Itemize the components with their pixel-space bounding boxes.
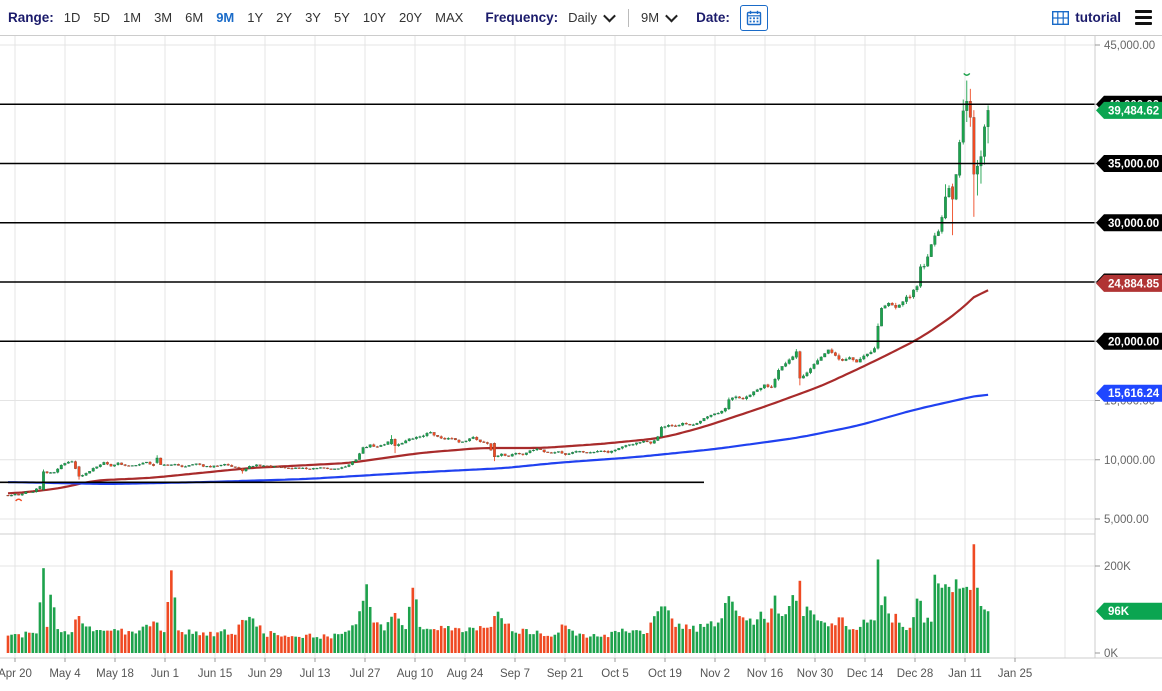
price-chart[interactable]: 45,000.0040,000.0035,000.0030,000.0025,0… xyxy=(0,36,1162,691)
svg-text:24,884.85: 24,884.85 xyxy=(1108,278,1160,290)
date-axis-label: Jun 1 xyxy=(151,668,179,680)
annotation-lines[interactable] xyxy=(0,104,1095,482)
ma-blue-tag: 15,616.24 xyxy=(1096,385,1162,402)
toolbar: Range: 1D 5D 1M 3M 6M 9M 1Y 2Y 3Y 5Y 10Y… xyxy=(0,0,1162,35)
date-axis-label: Nov 2 xyxy=(700,668,730,680)
date-axis-label: Apr 20 xyxy=(0,668,32,680)
range-option-5y[interactable]: 5Y xyxy=(334,10,350,25)
period-select[interactable]: 9M xyxy=(641,10,676,25)
range-option-1d[interactable]: 1D xyxy=(64,10,81,25)
range-option-1m[interactable]: 1M xyxy=(123,10,141,25)
ma-red-line xyxy=(8,290,988,493)
range-label: Range: xyxy=(8,10,54,25)
date-axis-label: Dec 28 xyxy=(897,668,933,680)
hamburger-menu-icon xyxy=(1135,10,1152,13)
date-axis-label: Jun 15 xyxy=(198,668,233,680)
date-axis-label: Sep 21 xyxy=(547,668,583,680)
range-options: 1D 5D 1M 3M 6M 9M 1Y 2Y 3Y 5Y 10Y 20Y MA… xyxy=(64,10,464,25)
range-option-10y[interactable]: 10Y xyxy=(363,10,386,25)
range-option-6m[interactable]: 6M xyxy=(185,10,203,25)
price-axis-label: 10,000.00 xyxy=(1104,455,1155,467)
date-axis-label: Dec 14 xyxy=(847,668,884,680)
price-line-tag: 20,000.00 xyxy=(1096,333,1162,350)
toolbar-divider xyxy=(628,9,629,27)
svg-text:96K: 96K xyxy=(1108,606,1130,618)
date-axis-label: Sep 7 xyxy=(500,668,530,680)
svg-text:35,000.00: 35,000.00 xyxy=(1108,159,1159,171)
date-axis-label: Oct 19 xyxy=(648,668,682,680)
ma-blue-line xyxy=(8,395,988,484)
high-marker xyxy=(964,73,970,75)
menu-button[interactable] xyxy=(1135,10,1152,25)
svg-text:15,616.24: 15,616.24 xyxy=(1108,388,1160,400)
date-axis-label: Nov 16 xyxy=(747,668,783,680)
price-tags: 40,000.0035,000.0030,000.0025,000.0020,0… xyxy=(1096,96,1162,620)
range-option-3y[interactable]: 3Y xyxy=(305,10,321,25)
date-axis-label: Jul 13 xyxy=(300,668,331,680)
price-line-tag: 30,000.00 xyxy=(1096,214,1162,231)
ma-red-tag: 24,884.85 xyxy=(1096,275,1162,292)
frequency-label: Frequency: xyxy=(485,10,558,25)
range-option-2y[interactable]: 2Y xyxy=(276,10,292,25)
svg-text:39,484.62: 39,484.62 xyxy=(1108,105,1159,117)
date-label: Date: xyxy=(696,10,730,25)
low-marker xyxy=(16,499,22,501)
range-option-1y[interactable]: 1Y xyxy=(247,10,263,25)
candlesticks xyxy=(7,73,990,501)
chevron-down-icon xyxy=(603,10,616,23)
last-price-tag: 39,484.62 xyxy=(1096,102,1162,119)
chevron-down-icon xyxy=(665,10,678,23)
range-option-3m[interactable]: 3M xyxy=(154,10,172,25)
tutorial-button[interactable]: tutorial xyxy=(1052,10,1121,25)
volume-bars xyxy=(7,544,990,653)
range-option-5d[interactable]: 5D xyxy=(93,10,110,25)
date-axis-label: Jan 11 xyxy=(948,668,982,680)
date-axis-label: Aug 24 xyxy=(447,668,484,680)
chart-area: 45,000.0040,000.0035,000.0030,000.0025,0… xyxy=(0,35,1162,691)
price-axis-label: 5,000.00 xyxy=(1104,514,1149,526)
range-option-9m[interactable]: 9M xyxy=(216,10,234,25)
calendar-icon xyxy=(746,10,762,26)
date-picker-button[interactable] xyxy=(740,5,768,31)
film-icon xyxy=(1052,11,1069,25)
tutorial-label: tutorial xyxy=(1075,10,1121,25)
moving-averages xyxy=(8,290,988,493)
range-option-20y[interactable]: 20Y xyxy=(399,10,422,25)
range-option-max[interactable]: MAX xyxy=(435,10,463,25)
date-axis-label: Jan 25 xyxy=(998,668,1033,680)
volume-axis-label: 200K xyxy=(1104,561,1131,573)
gridlines xyxy=(0,36,1095,658)
date-axis-label: Nov 30 xyxy=(797,668,833,680)
frequency-value: Daily xyxy=(568,10,597,25)
date-axis-label: May 4 xyxy=(49,668,81,680)
date-axis-label: Aug 10 xyxy=(397,668,433,680)
last-volume-tag: 96K xyxy=(1096,603,1162,620)
price-line-tag: 35,000.00 xyxy=(1096,155,1162,172)
svg-text:30,000.00: 30,000.00 xyxy=(1108,218,1159,230)
date-axis-label: Jul 27 xyxy=(350,668,381,680)
volume-axis-label: 0K xyxy=(1104,648,1118,660)
frequency-select[interactable]: Daily xyxy=(568,10,614,25)
svg-text:20,000.00: 20,000.00 xyxy=(1108,336,1159,348)
date-axis-label: May 18 xyxy=(96,668,134,680)
date-axis-label: Jun 29 xyxy=(248,668,283,680)
period-value: 9M xyxy=(641,10,659,25)
price-axis-label: 45,000.00 xyxy=(1104,40,1155,52)
date-axis-label: Oct 5 xyxy=(601,668,628,680)
